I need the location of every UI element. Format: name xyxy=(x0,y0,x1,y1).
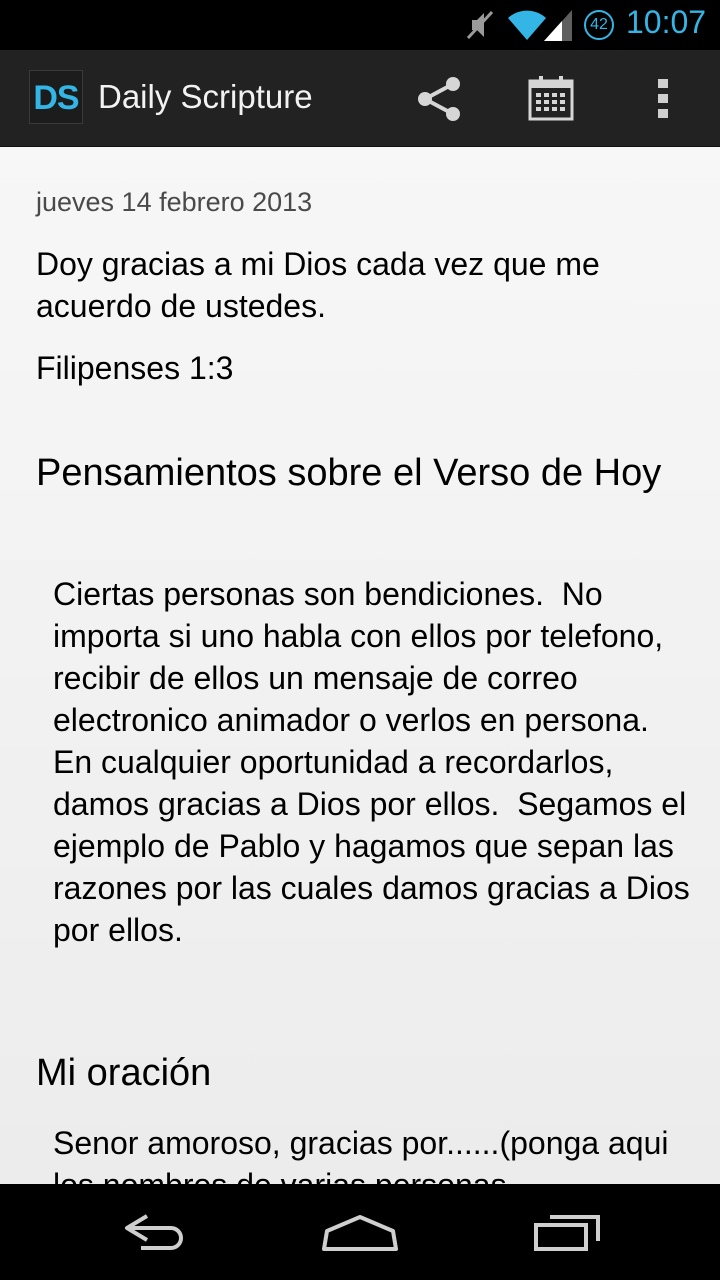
mute-icon xyxy=(464,8,496,46)
overflow-menu-button[interactable] xyxy=(634,70,692,128)
overflow-menu-icon xyxy=(658,79,668,118)
date-label: jueves 14 febrero 2013 xyxy=(36,187,313,217)
recent-apps-icon xyxy=(534,1215,600,1251)
calendar-icon xyxy=(528,76,574,121)
prayer-heading: Mi oración xyxy=(36,1052,212,1094)
home-icon xyxy=(322,1215,398,1251)
back-button[interactable] xyxy=(94,1202,214,1262)
navigation-bar xyxy=(0,1184,720,1280)
thoughts-body: Ciertas personas son bendiciones. No imp… xyxy=(53,576,699,948)
thoughts-heading: Pensamientos sobre el Verso de Hoy xyxy=(36,452,662,494)
calendar-button[interactable] xyxy=(522,70,580,128)
action-bar: DS Daily Scripture xyxy=(0,50,720,147)
status-bar: 42 10:07 xyxy=(0,0,720,50)
prayer-body: Senor amoroso, gracias por......(ponga a… xyxy=(53,1125,669,1184)
scripture-content[interactable]: jueves 14 febrero 2013 Doy gracias a mi … xyxy=(0,147,720,1184)
verse-text: Doy gracias a mi Dios cada vez que me ac… xyxy=(36,246,600,324)
signal-icon xyxy=(542,8,574,46)
share-button[interactable] xyxy=(411,70,469,128)
recent-apps-button[interactable] xyxy=(508,1202,628,1262)
app-logo[interactable]: DS xyxy=(29,70,83,124)
clock: 10:07 xyxy=(626,4,707,40)
verse-reference: Filipenses 1:3 xyxy=(36,350,234,386)
share-icon xyxy=(418,77,460,121)
app-title: Daily Scripture xyxy=(98,78,313,115)
home-button[interactable] xyxy=(300,1202,420,1262)
battery-icon: 42 xyxy=(584,10,614,40)
back-icon xyxy=(125,1214,183,1250)
